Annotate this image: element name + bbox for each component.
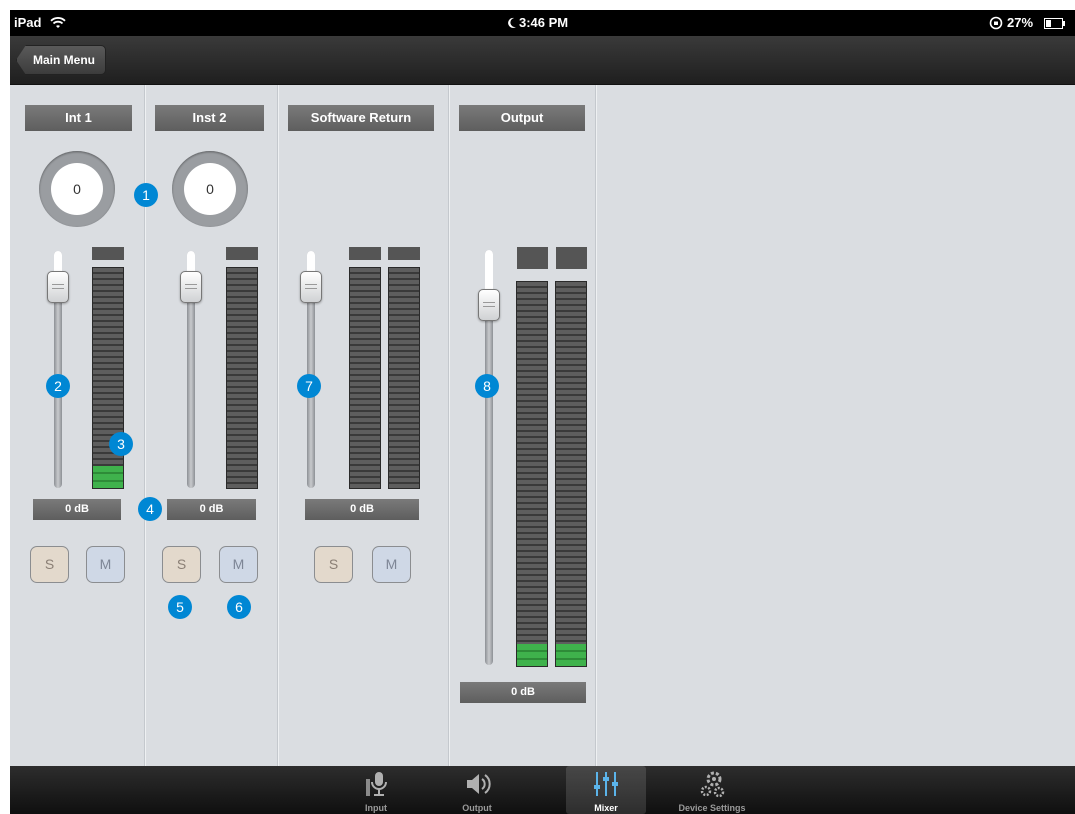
channel-1-mute-button[interactable]: M	[86, 546, 125, 583]
software-return-label: Software Return	[288, 105, 434, 131]
output-gain-display: 0 dB	[460, 682, 586, 703]
tab-device-settings[interactable]: Device Settings	[666, 766, 758, 814]
tab-device-settings-label: Device Settings	[678, 803, 746, 813]
output-clip-right	[556, 247, 587, 269]
callout-7: 7	[297, 374, 321, 398]
status-bar: iPad 3:46 PM 27%	[10, 10, 1075, 36]
output-meter-right	[555, 281, 587, 667]
channel-1-label: Int 1	[25, 105, 132, 131]
software-return-clip-left	[349, 247, 381, 260]
channel-divider	[595, 85, 597, 766]
channel-1-clip-indicator	[92, 247, 124, 260]
channel-1-solo-button[interactable]: S	[30, 546, 69, 583]
speaker-icon	[467, 774, 491, 794]
channel-2-pan-knob[interactable]: 0	[172, 151, 248, 227]
tab-mixer[interactable]: Mixer	[566, 766, 646, 814]
output-meter-left-signal	[517, 644, 547, 666]
callout-1: 1	[134, 183, 158, 207]
tab-output-label: Output	[462, 803, 492, 813]
channel-2-level-meter	[226, 267, 258, 489]
main-menu-back-button[interactable]: Main Menu	[16, 45, 106, 75]
battery-percent: 27%	[1007, 15, 1034, 30]
channel-2-solo-button[interactable]: S	[162, 546, 201, 583]
callout-2: 2	[46, 374, 70, 398]
callout-6: 6	[227, 595, 251, 619]
software-return-mute-button[interactable]: M	[372, 546, 411, 583]
rotation-lock-icon	[989, 16, 1003, 30]
software-return-solo-button[interactable]: S	[314, 546, 353, 583]
moon-icon	[508, 17, 516, 28]
tab-input[interactable]: Input	[336, 766, 416, 814]
microphone-icon	[366, 772, 387, 796]
output-fader-thumb[interactable]	[478, 289, 500, 321]
status-time: 3:46 PM	[519, 15, 569, 30]
channel-2-knob-value: 0	[184, 163, 236, 215]
callout-3: 3	[109, 432, 133, 456]
callout-8: 8	[475, 374, 499, 398]
channel-divider	[448, 85, 450, 766]
channel-1-fader-thumb[interactable]	[47, 271, 69, 303]
channel-2-label: Inst 2	[155, 105, 264, 131]
channel-1-gain-display: 0 dB	[33, 499, 121, 520]
channel-2-fader-thumb[interactable]	[180, 271, 202, 303]
output-label: Output	[459, 105, 585, 131]
channel-divider	[277, 85, 279, 766]
mixer-sliders-icon	[594, 772, 618, 796]
output-meter-right-signal	[556, 644, 586, 666]
channel-2-mute-button[interactable]: M	[219, 546, 258, 583]
callout-4: 4	[138, 497, 162, 521]
tab-bar: Input Output Mixer Device Settings	[10, 766, 1075, 814]
tab-input-label: Input	[365, 803, 387, 813]
channel-1-meter-signal	[93, 466, 123, 488]
channel-2-clip-indicator	[226, 247, 258, 260]
callout-5: 5	[168, 595, 192, 619]
gears-icon	[700, 771, 725, 798]
navigation-bar: Main Menu	[10, 36, 1075, 85]
tab-mixer-label: Mixer	[594, 803, 618, 813]
channel-2-gain-display: 0 dB	[167, 499, 256, 520]
output-meter-left	[516, 281, 548, 667]
wifi-icon	[50, 17, 66, 28]
device-label: iPad	[14, 15, 42, 30]
channel-1-pan-knob[interactable]: 0	[39, 151, 115, 227]
software-return-clip-right	[388, 247, 420, 260]
ipad-screen: iPad 3:46 PM 27% Main Menu Int 1 0 0 dB …	[10, 10, 1075, 814]
output-clip-left	[517, 247, 548, 269]
software-return-meter-left	[349, 267, 381, 489]
battery-icon	[1044, 18, 1065, 29]
channel-1-knob-value: 0	[51, 163, 103, 215]
software-return-meter-right	[388, 267, 420, 489]
software-return-gain-display: 0 dB	[305, 499, 419, 520]
software-return-fader-thumb[interactable]	[300, 271, 322, 303]
mixer-panel: Int 1 0 0 dB S M Inst 2 0 0 dB S M Softw…	[10, 85, 1075, 766]
tab-output[interactable]: Output	[437, 766, 517, 814]
